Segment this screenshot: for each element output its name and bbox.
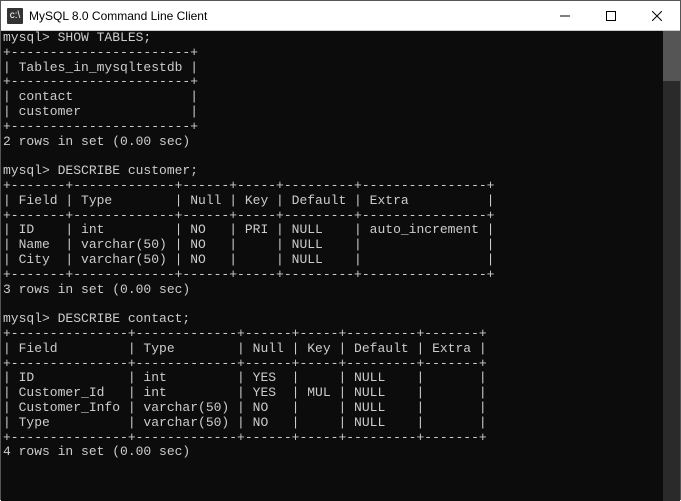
scrollbar-track[interactable] — [663, 31, 680, 501]
close-button[interactable] — [634, 1, 680, 31]
maximize-button[interactable] — [588, 1, 634, 31]
terminal-output[interactable]: mysql> SHOW TABLES; +-------------------… — [1, 31, 663, 501]
window-controls — [542, 1, 680, 31]
window-titlebar: c:\ MySQL 8.0 Command Line Client — [1, 1, 680, 31]
scrollbar-thumb[interactable] — [663, 31, 680, 81]
terminal-container: mysql> SHOW TABLES; +-------------------… — [1, 31, 680, 501]
minimize-button[interactable] — [542, 1, 588, 31]
window-title: MySQL 8.0 Command Line Client — [29, 9, 542, 23]
app-icon: c:\ — [7, 8, 23, 24]
